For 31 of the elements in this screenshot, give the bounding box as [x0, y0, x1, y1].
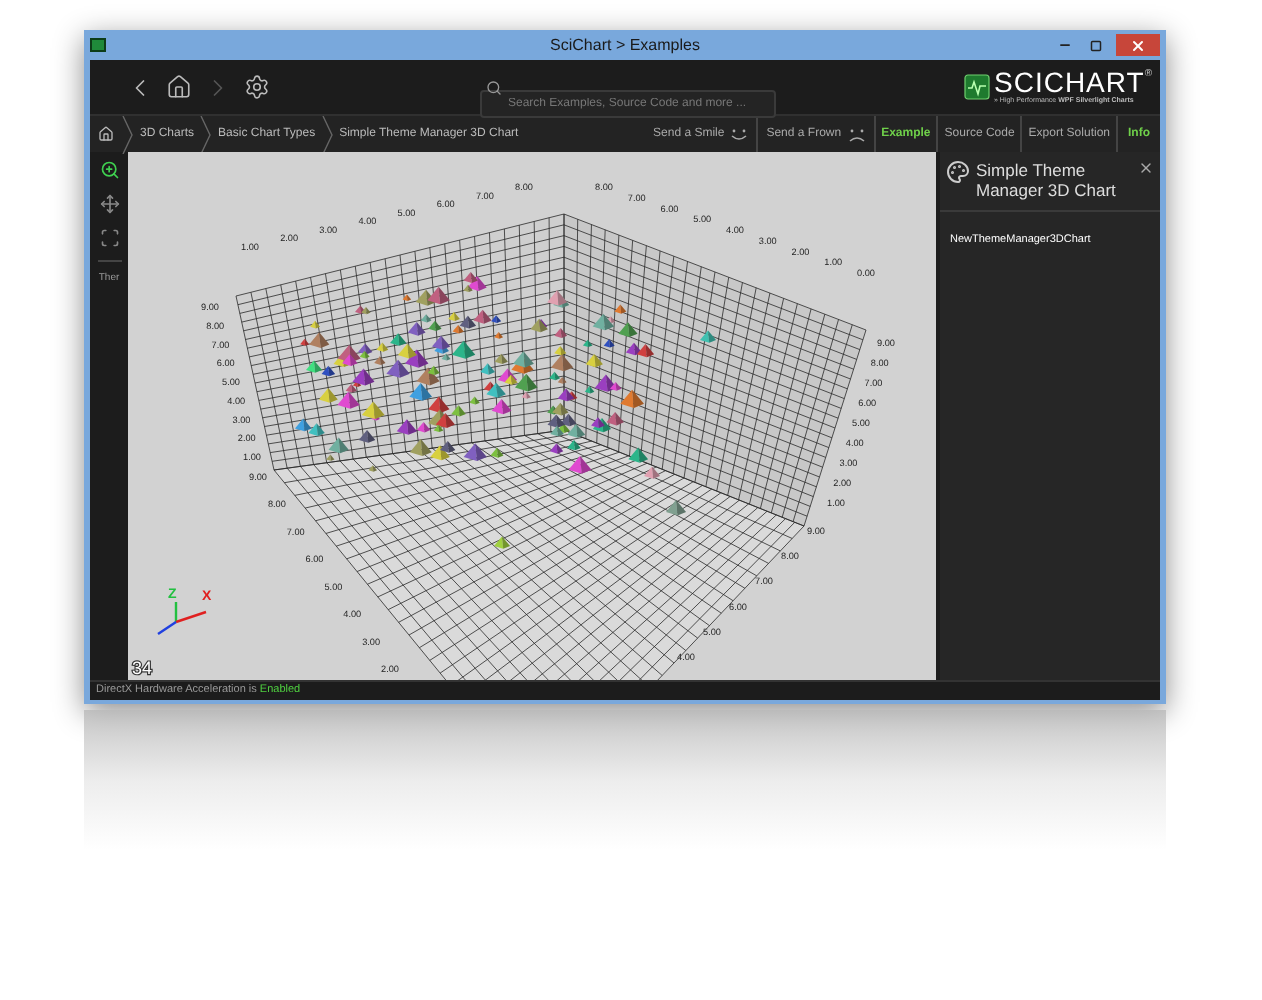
- logo-wordmark: SCICHART: [994, 67, 1145, 96]
- zoom-icon: [99, 160, 119, 180]
- maximize-icon: [1090, 39, 1102, 51]
- breadcrumb-chevron-icon: [321, 115, 334, 153]
- close-icon: [1138, 160, 1154, 176]
- chart-tool-button[interactable]: [97, 226, 121, 250]
- panel-title: Simple Theme Manager 3D Chart: [976, 160, 1118, 200]
- home-icon: [166, 74, 192, 100]
- breadcrumb-chevron-icon: [200, 115, 213, 153]
- close-icon: [1130, 37, 1146, 53]
- minimize-icon: [1057, 38, 1071, 52]
- logo-icon: [964, 74, 990, 100]
- frown-icon: [847, 127, 866, 141]
- home-button[interactable]: [166, 74, 192, 100]
- fit-icon: [99, 228, 119, 248]
- chart-tool-button[interactable]: [97, 158, 121, 182]
- search-icon: [486, 79, 502, 95]
- breadcrumb-chevron-icon: [122, 115, 134, 153]
- fps-counter: 34: [132, 658, 153, 678]
- close-panel-button[interactable]: [1138, 160, 1154, 176]
- close-button[interactable]: [1116, 34, 1160, 56]
- settings-button[interactable]: [244, 74, 270, 100]
- window-title: SciChart > Examples: [550, 33, 700, 57]
- smile-icon: [730, 127, 749, 141]
- palette-icon: [946, 160, 970, 184]
- app-icon: [90, 38, 106, 52]
- settings-icon: [244, 74, 270, 100]
- home-icon: [98, 126, 114, 142]
- axis-triad-icon: [157, 602, 207, 635]
- pan-icon: [99, 194, 119, 214]
- chart-tool-button[interactable]: [97, 192, 121, 216]
